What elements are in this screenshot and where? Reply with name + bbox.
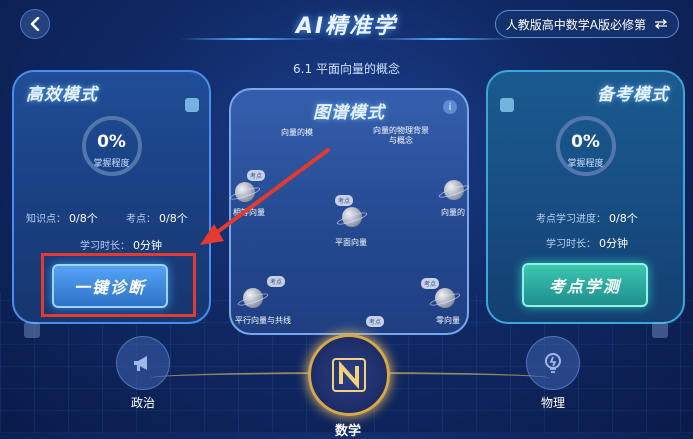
math-n-icon bbox=[308, 334, 390, 416]
prev-subject-icon[interactable] bbox=[24, 322, 40, 338]
next-subject-icon[interactable] bbox=[652, 322, 668, 338]
subject-politics[interactable]: 政治 bbox=[114, 336, 172, 411]
subject-physics[interactable]: 物理 bbox=[524, 336, 582, 411]
subject-label: 物理 bbox=[540, 396, 565, 410]
megaphone-icon bbox=[116, 336, 170, 390]
subject-label: 政治 bbox=[130, 396, 155, 410]
lightbulb-icon bbox=[526, 336, 580, 390]
subject-label: 数学 bbox=[334, 424, 361, 439]
subject-math[interactable]: 数学 bbox=[308, 334, 390, 439]
